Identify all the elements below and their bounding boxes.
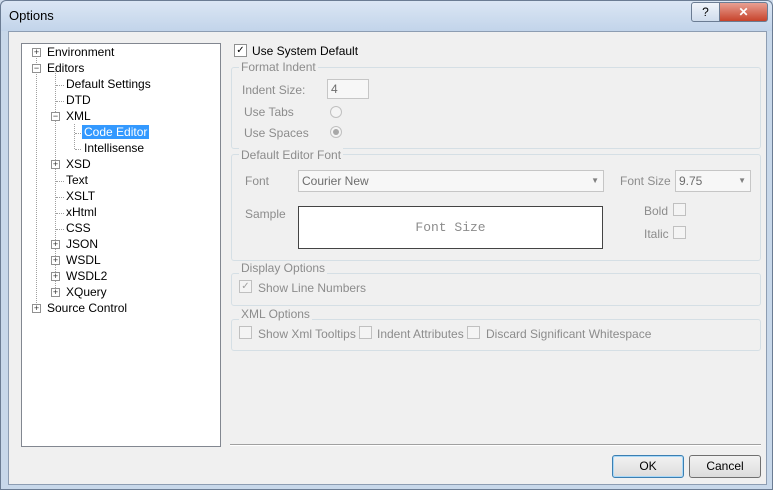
tree-node-text[interactable]: Text [64, 173, 90, 188]
indent-size-label: Indent Size: [242, 83, 306, 97]
use-tabs-radio[interactable] [330, 106, 342, 118]
tree-line [56, 229, 64, 230]
expand-icon[interactable]: + [51, 160, 60, 169]
tree-line [36, 52, 37, 309]
use-spaces-radio[interactable] [330, 126, 342, 138]
tree-node-wsdl[interactable]: + WSDL [51, 253, 103, 268]
tree-node-label: WSDL2 [66, 269, 108, 283]
close-button[interactable]: ✕ [719, 2, 768, 22]
tree-node-label: Editors [47, 61, 85, 75]
tree-node-source-control[interactable]: + Source Control [32, 301, 129, 316]
tree-node-default-settings[interactable]: Default Settings [64, 77, 153, 92]
discard-whitespace-checkbox[interactable] [467, 326, 480, 339]
tree-node-label: Code Editor [82, 125, 150, 139]
help-button[interactable]: ? [691, 2, 720, 22]
show-xml-tooltips-checkbox[interactable] [239, 326, 252, 339]
tree-node-json[interactable]: + JSON [51, 237, 100, 252]
tree-node-label: JSON [66, 237, 99, 251]
use-system-default-checkbox[interactable]: ✓ [234, 44, 247, 57]
tree-node-label: WSDL [66, 253, 101, 267]
format-indent-group [231, 67, 761, 149]
tree-node-code-editor[interactable]: Code Editor [82, 125, 150, 140]
tree-node-environment[interactable]: + Environment [32, 45, 116, 60]
font-size-label: Font Size [620, 174, 671, 188]
tree-line [56, 213, 64, 214]
chevron-down-icon: ▼ [738, 176, 746, 185]
bold-checkbox[interactable] [673, 203, 686, 216]
tree-node-dtd[interactable]: DTD [64, 93, 93, 108]
xml-options-title: XML Options [239, 307, 312, 321]
tree-node-label: xHtml [66, 205, 97, 219]
font-label: Font [245, 174, 270, 188]
tree-line [56, 181, 64, 182]
tree-line [56, 197, 64, 198]
ok-button[interactable]: OK [612, 455, 684, 478]
show-line-numbers-checkbox[interactable]: ✓ [239, 280, 252, 293]
tree-node-xquery[interactable]: + XQuery [51, 285, 109, 300]
display-options-title: Display Options [239, 261, 328, 275]
tree-node-label: DTD [66, 93, 91, 107]
bold-label: Bold [644, 204, 669, 218]
font-dropdown[interactable]: Courier New ▼ [298, 170, 604, 192]
tree-node-label: XSD [66, 157, 91, 171]
tree-node-label: Source Control [47, 301, 128, 315]
expand-icon[interactable]: + [51, 272, 60, 281]
font-size-dropdown-value: 9.75 [679, 174, 703, 188]
tree-node-css[interactable]: CSS [64, 221, 93, 236]
use-system-default-label: Use System Default [252, 44, 359, 58]
tree-node-editors[interactable]: − Editors [32, 61, 86, 76]
tree-node-xml[interactable]: − XML [51, 109, 93, 124]
chevron-down-icon: ▼ [591, 176, 599, 185]
tree-node-xhtml[interactable]: xHtml [64, 205, 99, 220]
tree-line [74, 124, 75, 149]
sample-label: Sample [245, 207, 286, 221]
tree-line [75, 149, 81, 150]
italic-label: Italic [644, 227, 669, 241]
indent-attributes-label: Indent Attributes [377, 327, 464, 341]
window-title: Options [9, 8, 54, 23]
tree-line [56, 85, 64, 86]
tree-line [75, 133, 81, 134]
default-editor-font-title: Default Editor Font [239, 148, 344, 162]
tree-node-wsdl2[interactable]: + WSDL2 [51, 269, 109, 284]
options-tree[interactable]: + Environment − Editors Default Settings… [21, 43, 221, 447]
italic-checkbox[interactable] [673, 226, 686, 239]
use-tabs-label: Use Tabs [244, 105, 294, 119]
format-indent-title: Format Indent [239, 60, 318, 74]
tree-line [56, 101, 64, 102]
discard-whitespace-label: Discard Significant Whitespace [486, 327, 652, 341]
tree-node-intellisense[interactable]: Intellisense [82, 141, 146, 156]
show-line-numbers-label: Show Line Numbers [258, 281, 367, 295]
footer-separator [230, 444, 761, 446]
font-sample-preview: Font Size [298, 206, 603, 249]
indent-size-input[interactable]: 4 [327, 79, 369, 99]
cancel-button[interactable]: Cancel [689, 455, 761, 478]
tree-node-label: Environment [47, 45, 115, 59]
dialog-body: + Environment − Editors Default Settings… [8, 31, 767, 485]
font-dropdown-value: Courier New [302, 174, 369, 188]
tree-node-label: XQuery [66, 285, 107, 299]
options-dialog: Options ? ✕ + Environment − Editors Defa… [0, 0, 773, 490]
show-xml-tooltips-label: Show Xml Tooltips [258, 327, 356, 341]
tree-node-label: XSLT [66, 189, 96, 203]
expand-icon[interactable]: + [32, 304, 41, 313]
tree-node-label: Intellisense [84, 141, 145, 155]
expand-icon[interactable]: + [51, 240, 60, 249]
collapse-icon[interactable]: − [51, 112, 60, 121]
tree-node-xsd[interactable]: + XSD [51, 157, 93, 172]
indent-attributes-checkbox[interactable] [359, 326, 372, 339]
title-bar[interactable]: Options ? ✕ [1, 1, 772, 31]
expand-icon[interactable]: + [32, 48, 41, 57]
tree-node-xslt[interactable]: XSLT [64, 189, 97, 204]
use-spaces-label: Use Spaces [244, 126, 309, 140]
tree-node-label: XML [66, 109, 91, 123]
expand-icon[interactable]: + [51, 256, 60, 265]
tree-node-label: Text [66, 173, 89, 187]
tree-node-label: Default Settings [66, 77, 151, 91]
collapse-icon[interactable]: − [32, 64, 41, 73]
font-size-dropdown[interactable]: 9.75 ▼ [675, 170, 751, 192]
expand-icon[interactable]: + [51, 288, 60, 297]
tree-node-label: CSS [66, 221, 91, 235]
